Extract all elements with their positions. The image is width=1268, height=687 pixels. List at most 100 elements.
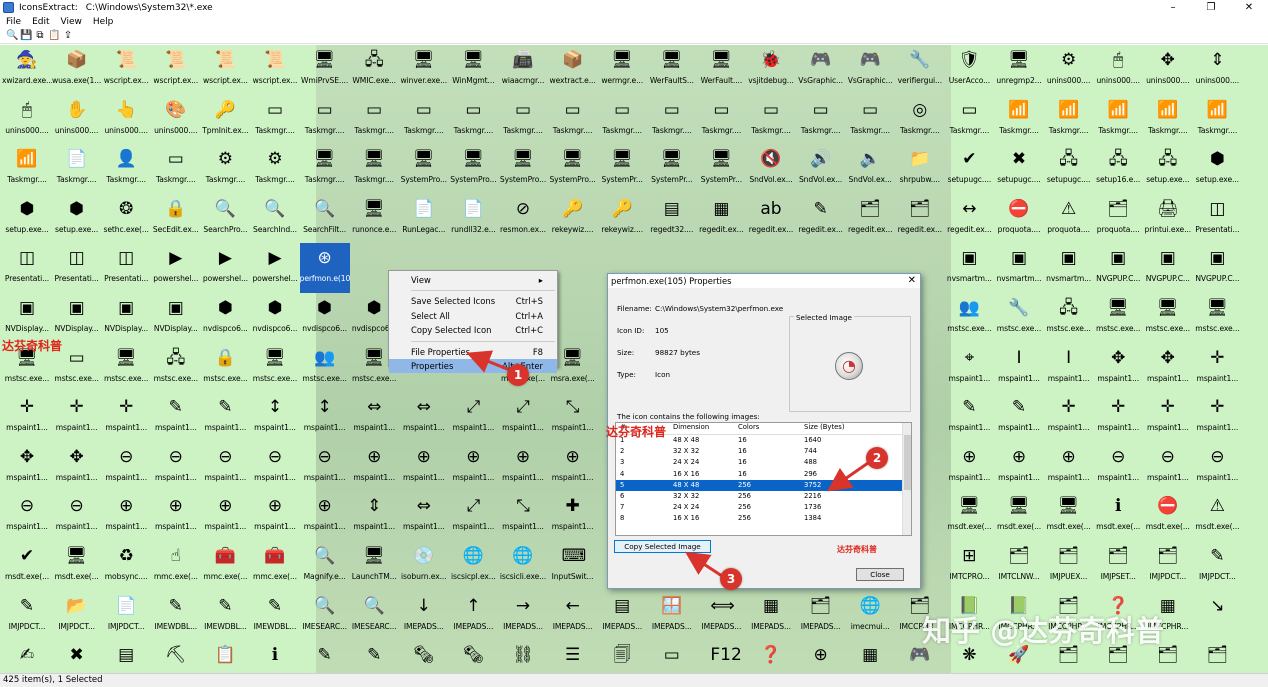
icon-cell[interactable]: ▣ nvsmartm... [1044, 243, 1094, 293]
menu-help[interactable]: Help [93, 17, 114, 27]
icon-cell[interactable]: ✛ mspaint1... [1192, 392, 1242, 442]
icon-cell[interactable]: ab regedit.ex... [746, 194, 796, 244]
icon-cell[interactable]: ▣ NVDisplay... [101, 293, 151, 343]
icon-cell[interactable]: ✎ IMJPDCT... [1192, 541, 1242, 591]
icon-cell[interactable]: 📶 Taskmgr.... [2, 144, 52, 194]
icon-cell[interactable]: ⟺ IMEPADS... [696, 591, 746, 641]
icon-cell[interactable]: ✥ mspaint1... [1143, 343, 1193, 393]
icon-cell[interactable]: ✎ mspaint1... [944, 392, 994, 442]
icon-cell[interactable]: ✛ mspaint1... [1192, 343, 1242, 393]
list-row[interactable]: 7 24 X 24 256 1736 [616, 502, 911, 513]
icon-cell[interactable]: ↘ [1192, 591, 1242, 641]
icon-cell[interactable]: ✥ unins000.... [1143, 45, 1193, 95]
icon-cell[interactable]: 🌐 iscsicpl.ex... [448, 541, 498, 591]
icon-cell[interactable]: 📠 wiaacmgr... [498, 45, 548, 95]
icon-cell[interactable]: ▭ Taskmgr.... [597, 95, 647, 145]
icon-cell[interactable]: ⬢ setup.exe... [52, 194, 102, 244]
icon-cell[interactable]: 🗂 regedit.ex... [845, 194, 895, 244]
icon-cell[interactable]: ◫ Presentati... [1192, 194, 1242, 244]
maximize-button[interactable]: ❐ [1192, 0, 1230, 15]
icon-cell[interactable]: ▭ Taskmgr.... [250, 95, 300, 145]
icon-cell[interactable]: ✥ mspaint1... [52, 442, 102, 492]
icon-cell[interactable]: ▭ Taskmgr.... [746, 95, 796, 145]
icon-cell[interactable]: 📦 wextract.e... [548, 45, 598, 95]
icon-cell[interactable]: ✛ mspaint1... [101, 392, 151, 442]
copy-icon[interactable]: ⧉ [34, 30, 46, 42]
icon-cell[interactable]: ⬢ setup.exe... [2, 194, 52, 244]
icon-cell[interactable]: 🗞 [399, 640, 449, 673]
icon-cell[interactable]: ⊕ mspaint1... [944, 442, 994, 492]
icon-cell[interactable]: ⊕ mspaint1... [1044, 442, 1094, 492]
icon-cell[interactable]: ✔ msdt.exe(... [2, 541, 52, 591]
icon-cell[interactable]: 🖥 msdt.exe(... [52, 541, 102, 591]
icon-cell[interactable]: 🖥 mstsc.exe... [1093, 293, 1143, 343]
icon-cell[interactable]: 📶 Taskmgr.... [1093, 95, 1143, 145]
icon-cell[interactable]: ⇕ mspaint1... [349, 491, 399, 541]
icon-cell[interactable]: ♻ mobsync.... [101, 541, 151, 591]
icon-cell[interactable]: ← IMEPADS... [548, 591, 598, 641]
icon-cell[interactable]: ✎ IMEWDBL... [151, 591, 201, 641]
icon-cell[interactable]: 👤 Taskmgr.... [101, 144, 151, 194]
icon-cell[interactable]: 📦 wusa.exe(1... [52, 45, 102, 95]
icon-cell[interactable]: ▭ Taskmgr.... [151, 144, 201, 194]
icon-cell[interactable]: ⊕ mspaint1... [399, 442, 449, 492]
scrollbar-thumb[interactable] [904, 435, 911, 490]
icon-cell[interactable]: 🔍 IMESEARC... [349, 591, 399, 641]
icon-cell[interactable]: 🗂 IMJPSET... [1093, 541, 1143, 591]
icon-cell[interactable]: 🔍 SearchPro... [200, 194, 250, 244]
icon-cell[interactable]: ⤢ mspaint1... [448, 491, 498, 541]
menu-view[interactable]: View [61, 17, 82, 27]
icon-cell[interactable]: 🪟 IMEPADS... [647, 591, 697, 641]
icon-cell[interactable]: ⌖ mspaint1... [944, 343, 994, 393]
icon-cell[interactable]: 🔍 IMESEARC... [300, 591, 350, 641]
icon-cell[interactable]: ⊘ resmon.ex... [498, 194, 548, 244]
icon-cell[interactable]: F12 [696, 640, 746, 673]
icon-cell[interactable]: ⇔ mspaint1... [349, 392, 399, 442]
icon-cell[interactable]: ☰ [548, 640, 598, 673]
icon-cell[interactable]: ⬢ setup.exe... [1192, 144, 1242, 194]
icon-cell[interactable]: → IMEPADS... [498, 591, 548, 641]
icon-cell[interactable]: 🖥 SystemPr... [597, 144, 647, 194]
icon-cell[interactable]: 🎨 unins000.... [151, 95, 201, 145]
icon-cell[interactable]: 📶 Taskmgr.... [1143, 95, 1193, 145]
icon-cell[interactable]: 🖥 WmiPrvSE.... [300, 45, 350, 95]
icon-cell[interactable]: 🖥 WerFaultS... [647, 45, 697, 95]
icon-cell[interactable]: 📜 wscript.ex... [200, 45, 250, 95]
column-dimension[interactable]: Dimension [673, 423, 709, 431]
icon-cell[interactable]: ▣ NVDisplay... [52, 293, 102, 343]
menu-file[interactable]: File [6, 17, 21, 27]
icon-cell[interactable]: ⊖ mspaint1... [1143, 442, 1193, 492]
icon-cell[interactable]: 📁 shrpubw.... [895, 144, 945, 194]
icon-cell[interactable]: ✎ mspaint1... [200, 392, 250, 442]
icon-cell[interactable]: ⛔ proquota.... [994, 194, 1044, 244]
icon-cell[interactable]: ⊖ mspaint1... [1192, 442, 1242, 492]
icon-cell[interactable]: ▭ Taskmgr.... [845, 95, 895, 145]
icon-cell[interactable]: 🖥 unregmp2... [994, 45, 1044, 95]
icon-cell[interactable]: ◫ Presentati... [2, 243, 52, 293]
icon-cell[interactable]: 🖱 unins000.... [2, 95, 52, 145]
list-row[interactable]: 8 16 X 16 256 1384 [616, 513, 911, 524]
icon-cell[interactable]: ⌨ InputSwit... [548, 541, 598, 591]
icon-cell[interactable]: 📋 [200, 640, 250, 673]
icon-cell[interactable]: ⊕ mspaint1... [448, 442, 498, 492]
icon-cell[interactable]: ⬢ nvdispco6... [250, 293, 300, 343]
icon-cell[interactable]: ✛ mspaint1... [1093, 392, 1143, 442]
search-icon[interactable]: 🔍 [6, 30, 18, 42]
icon-cell[interactable]: ▭ Taskmgr.... [399, 95, 449, 145]
icon-cell[interactable]: 🗂 [1192, 640, 1242, 673]
icon-cell[interactable]: 🔧 mstsc.exe... [994, 293, 1044, 343]
icon-cell[interactable]: 🔑 TpmInit.ex... [200, 95, 250, 145]
icon-cell[interactable]: 🖥 SystemPro... [448, 144, 498, 194]
icon-cell[interactable]: ⊕ mspaint1... [151, 491, 201, 541]
icon-cell[interactable]: ▭ Taskmgr.... [548, 95, 598, 145]
icon-cell[interactable]: 📶 Taskmgr.... [994, 95, 1044, 145]
icon-cell[interactable]: 🎮 VsGraphic... [796, 45, 846, 95]
icon-cell[interactable]: ⊖ mspaint1... [2, 491, 52, 541]
icon-cell[interactable]: 🖥 msdt.exe(... [994, 491, 1044, 541]
icon-cell[interactable]: 🐞 vsjitdebug... [746, 45, 796, 95]
menu-item-view[interactable]: View ▸ [389, 273, 557, 287]
icon-cell[interactable]: ▦ [845, 640, 895, 673]
icon-cell[interactable]: 📜 wscript.ex... [101, 45, 151, 95]
icon-cell[interactable]: ▭ Taskmgr.... [448, 95, 498, 145]
icon-cell[interactable]: ▣ NVDisplay... [151, 293, 201, 343]
